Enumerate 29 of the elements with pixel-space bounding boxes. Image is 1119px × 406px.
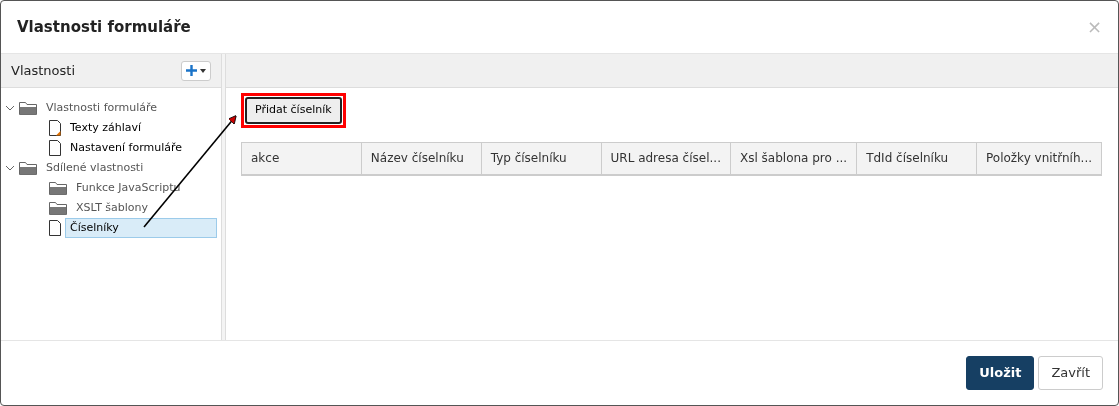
- folder-icon: [49, 181, 67, 195]
- tree-item[interactable]: Nastavení formuláře: [65, 137, 188, 159]
- column-header[interactable]: akce: [242, 142, 362, 174]
- add-button[interactable]: Přidat číselník: [245, 97, 342, 124]
- add-menu-button[interactable]: [181, 60, 211, 81]
- chevron-down-icon[interactable]: [5, 104, 15, 111]
- panel-title: Vlastnosti: [11, 61, 76, 80]
- tree-item[interactable]: Texty záhlaví: [65, 117, 147, 139]
- plus-icon: [186, 65, 197, 76]
- save-button[interactable]: Uložit: [966, 356, 1035, 390]
- close-dialog-button[interactable]: Zavřít: [1038, 356, 1103, 390]
- column-header[interactable]: Xsl šablona pro ...: [730, 142, 858, 174]
- column-header[interactable]: Typ číselníku: [481, 142, 602, 174]
- folder-icon: [19, 161, 37, 175]
- tree-item[interactable]: XSLT šablony: [71, 197, 154, 219]
- document-icon: [49, 220, 61, 236]
- column-header[interactable]: URL adresa čísel...: [601, 142, 731, 174]
- folder-icon: [19, 101, 37, 115]
- window-title: Vlastnosti formuláře: [17, 16, 191, 38]
- tree-item[interactable]: Číselníky: [65, 217, 217, 239]
- tree-item[interactable]: Vlastnosti formuláře: [41, 97, 163, 119]
- tree-item[interactable]: Sdílené vlastnosti: [41, 157, 149, 179]
- column-header[interactable]: Položky vnitřníh...: [977, 142, 1101, 174]
- caret-icon: [200, 68, 206, 73]
- chevron-down-icon[interactable]: [5, 164, 15, 171]
- column-header[interactable]: TdId číselníku: [857, 142, 977, 174]
- column-header[interactable]: Název číselníku: [361, 142, 482, 174]
- folder-icon: [49, 201, 67, 215]
- document-icon: [49, 140, 61, 156]
